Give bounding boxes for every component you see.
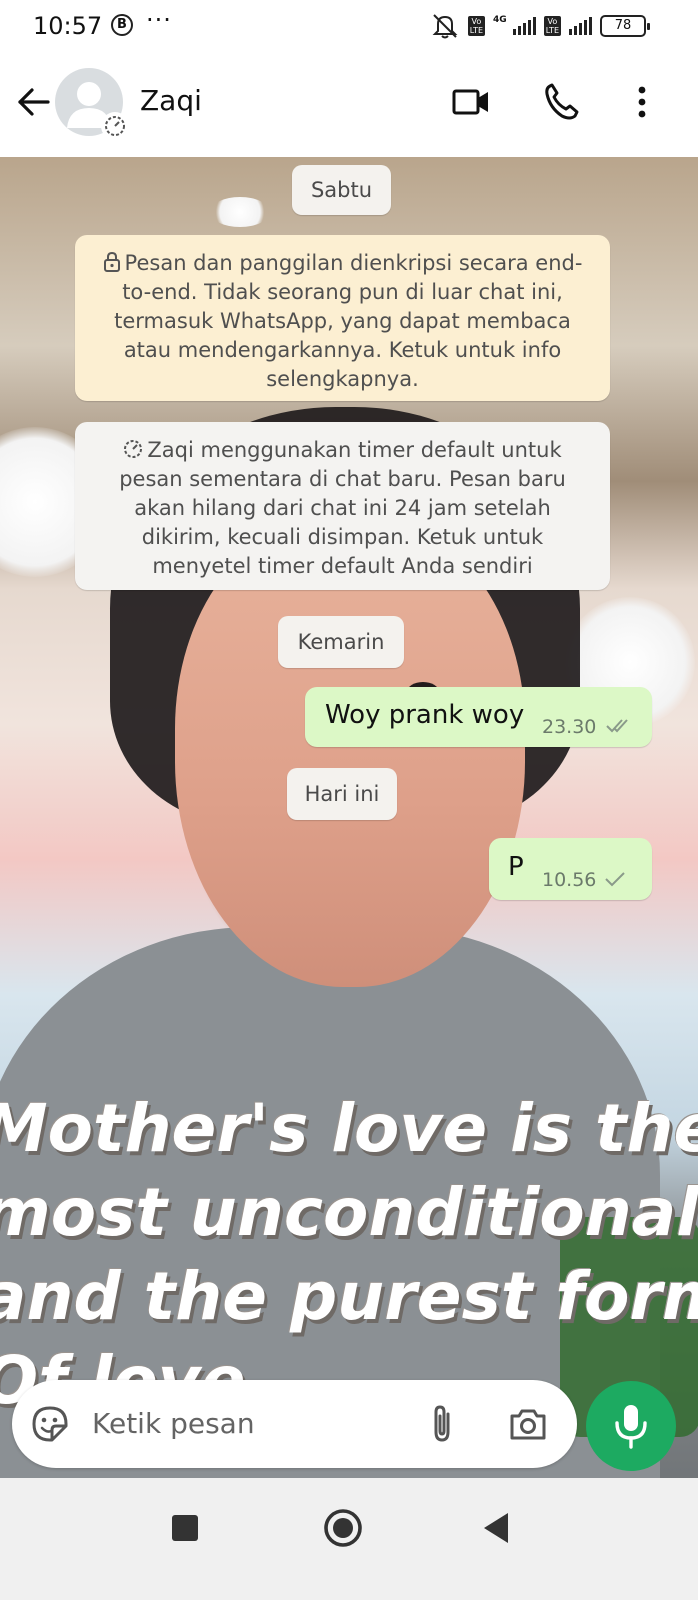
- message-composer[interactable]: Ketik pesan: [12, 1380, 577, 1468]
- more-options-icon[interactable]: [620, 80, 664, 124]
- volte-badge-2: Vo LTE: [543, 16, 561, 36]
- message-text: Woy prank woy: [325, 700, 525, 730]
- voice-message-button[interactable]: [586, 1381, 676, 1471]
- timer-icon: [124, 440, 143, 458]
- chat-area[interactable]: Mother's love is the most unconditional …: [0, 157, 698, 1508]
- attachment-icon[interactable]: [420, 1402, 464, 1446]
- network-type: 4G: [493, 15, 507, 25]
- date-separator-yesterday: Kemarin: [278, 616, 404, 668]
- disappearing-messages-notice[interactable]: Zaqi menggunakan timer default untuk pes…: [75, 422, 610, 590]
- date-separator-saturday: Sabtu: [292, 165, 391, 215]
- message-time: 23.30: [542, 716, 597, 738]
- recent-apps-icon[interactable]: [163, 1506, 207, 1550]
- battery-icon: 78: [600, 15, 650, 37]
- encryption-notice-text: Pesan dan panggilan dienkripsi secara en…: [114, 251, 583, 391]
- lock-icon: [103, 251, 120, 272]
- status-time: 10:57: [33, 12, 103, 40]
- message-time: 10.56: [542, 869, 597, 891]
- microphone-icon: [615, 1405, 647, 1449]
- chat-header: Zaqi: [0, 52, 698, 157]
- app-notification-icon: B: [111, 14, 133, 36]
- wallpaper-lamp: [210, 197, 270, 227]
- video-call-icon[interactable]: [450, 80, 494, 124]
- timer-notice-text: Zaqi menggunakan timer default untuk pes…: [119, 438, 566, 578]
- muted-notification-icon: [432, 14, 458, 39]
- single-check-sent-icon: [605, 872, 625, 887]
- signal-strength-icon-2: [569, 17, 592, 35]
- more-notifications-icon: ···: [146, 6, 172, 34]
- message-bubble[interactable]: Woy prank woy 23.30: [305, 687, 652, 747]
- status-indicators: Vo LTE 4G Vo LTE 78: [430, 12, 650, 40]
- voice-call-icon[interactable]: [540, 80, 584, 124]
- signal-strength-icon-1: [512, 17, 536, 35]
- sticker-icon[interactable]: [28, 1402, 72, 1446]
- wallpaper-quote: Mother's love is the most unconditional …: [0, 1090, 698, 1419]
- double-check-read-icon: [606, 719, 628, 733]
- back-arrow-icon[interactable]: [14, 82, 54, 122]
- message-input[interactable]: Ketik pesan: [92, 1407, 255, 1440]
- camera-icon[interactable]: [506, 1402, 550, 1446]
- disappearing-timer-icon: [101, 112, 129, 140]
- message-bubble[interactable]: P 10.56: [489, 838, 652, 900]
- encryption-notice[interactable]: Pesan dan panggilan dienkripsi secara en…: [75, 235, 610, 401]
- date-separator-today: Hari ini: [287, 768, 397, 820]
- back-nav-icon[interactable]: [474, 1506, 518, 1550]
- contact-name[interactable]: Zaqi: [140, 84, 202, 117]
- message-text: P: [508, 852, 524, 882]
- home-icon[interactable]: [321, 1506, 365, 1550]
- status-bar: 10:57 B ··· Vo LTE 4G Vo LTE 78: [0, 0, 698, 52]
- system-navigation-bar: [0, 1478, 698, 1600]
- volte-badge-1: Vo LTE: [467, 16, 486, 36]
